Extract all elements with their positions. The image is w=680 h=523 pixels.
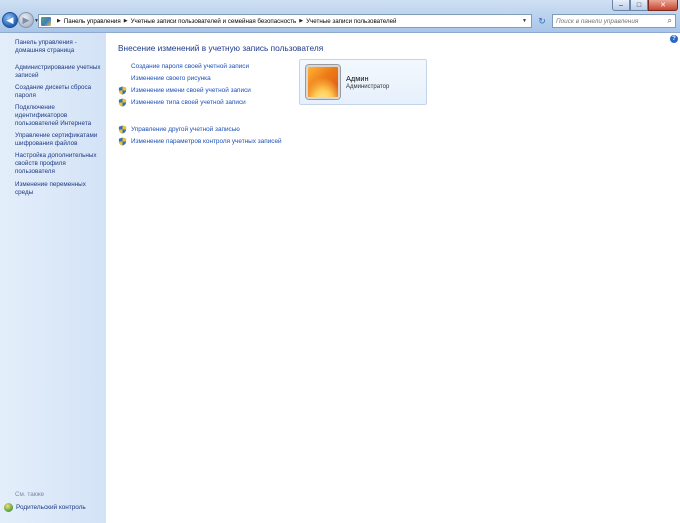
arrow-right-icon: ▶: [22, 14, 30, 25]
uac-shield-icon: [118, 125, 127, 134]
sidebar-item-manage-accounts[interactable]: Администрирование учетных записей: [15, 64, 105, 80]
parental-control-label[interactable]: Родительский контроль: [16, 504, 86, 511]
task-change-type[interactable]: Изменение типа своей учетной записи: [118, 98, 246, 107]
address-bar[interactable]: ▶ Панель управления ▶ Учетные записи пол…: [38, 14, 532, 28]
task-change-picture[interactable]: Изменение своего рисунка: [118, 74, 211, 83]
task-label[interactable]: Изменение параметров контроля учетных за…: [131, 138, 282, 145]
minimize-button[interactable]: –: [612, 0, 630, 11]
uac-shield-icon: [118, 86, 127, 95]
breadcrumb-control-panel[interactable]: Панель управления: [64, 18, 121, 25]
task-label[interactable]: Создание пароля своей учетной записи: [131, 63, 249, 70]
parental-control-link[interactable]: Родительский контроль: [4, 503, 86, 512]
address-dropdown-icon[interactable]: ▼: [522, 18, 527, 24]
user-account-card: Админ Администратор: [299, 59, 427, 105]
maximize-button[interactable]: □: [630, 0, 648, 11]
task-label[interactable]: Изменение имени своей учетной записи: [131, 87, 251, 94]
task-label[interactable]: Управление другой учетной записью: [131, 126, 240, 133]
refresh-icon[interactable]: ↻: [536, 15, 548, 27]
search-input[interactable]: [556, 17, 660, 25]
control-panel-icon: [41, 16, 51, 26]
task-manage-other-account[interactable]: Управление другой учетной записью: [118, 125, 240, 134]
sidebar-item-profile-properties[interactable]: Настройка дополнительных свойств профиля…: [15, 152, 105, 176]
sidebar: Панель управления - домашняя страница Ад…: [0, 33, 106, 523]
task-label[interactable]: Изменение типа своей учетной записи: [131, 99, 246, 106]
task-create-password[interactable]: Создание пароля своей учетной записи: [118, 62, 249, 71]
breadcrumb-accounts-family[interactable]: Учетные записи пользователей и семейная …: [131, 18, 297, 25]
search-box[interactable]: ⌕: [552, 14, 676, 28]
user-role: Администратор: [346, 84, 390, 90]
see-also-heading: См. также: [15, 491, 45, 498]
page-title: Внесение изменений в учетную запись поль…: [118, 43, 324, 53]
task-label[interactable]: Изменение своего рисунка: [131, 75, 211, 82]
sidebar-item-environment-variables[interactable]: Изменение переменных среды: [15, 181, 105, 197]
chevron-right-icon[interactable]: ▶: [299, 18, 303, 24]
breadcrumb-user-accounts[interactable]: Учетные записи пользователей: [306, 18, 396, 25]
sidebar-item-certificates[interactable]: Управление сертификатами шифрования файл…: [15, 132, 105, 148]
help-icon[interactable]: ?: [670, 35, 678, 43]
sidebar-item-online-ids[interactable]: Подключение идентификаторов пользователе…: [15, 104, 105, 128]
uac-shield-icon: [118, 98, 127, 107]
user-name: Админ: [346, 74, 369, 83]
window-controls: – □ ✕: [612, 0, 678, 11]
back-button[interactable]: ◀: [2, 12, 18, 28]
parental-control-icon: [4, 503, 13, 512]
sidebar-item-control-panel-home[interactable]: Панель управления - домашняя страница: [15, 39, 105, 55]
chevron-right-icon[interactable]: ▶: [124, 18, 128, 24]
search-icon[interactable]: ⌕: [668, 16, 672, 26]
chevron-right-icon[interactable]: ▶: [57, 18, 61, 24]
title-bar: – □ ✕ ◀ ▶ ▼ ▶ Панель управления ▶ Учетны…: [0, 0, 680, 33]
task-change-name[interactable]: Изменение имени своей учетной записи: [118, 86, 251, 95]
uac-shield-icon: [118, 137, 127, 146]
sidebar-item-reset-disk[interactable]: Создание дискеты сброса пароля: [15, 84, 105, 100]
arrow-left-icon: ◀: [6, 14, 14, 25]
user-avatar: [306, 65, 340, 99]
forward-button[interactable]: ▶: [18, 12, 34, 28]
task-uac-settings[interactable]: Изменение параметров контроля учетных за…: [118, 137, 282, 146]
close-button[interactable]: ✕: [648, 0, 678, 11]
